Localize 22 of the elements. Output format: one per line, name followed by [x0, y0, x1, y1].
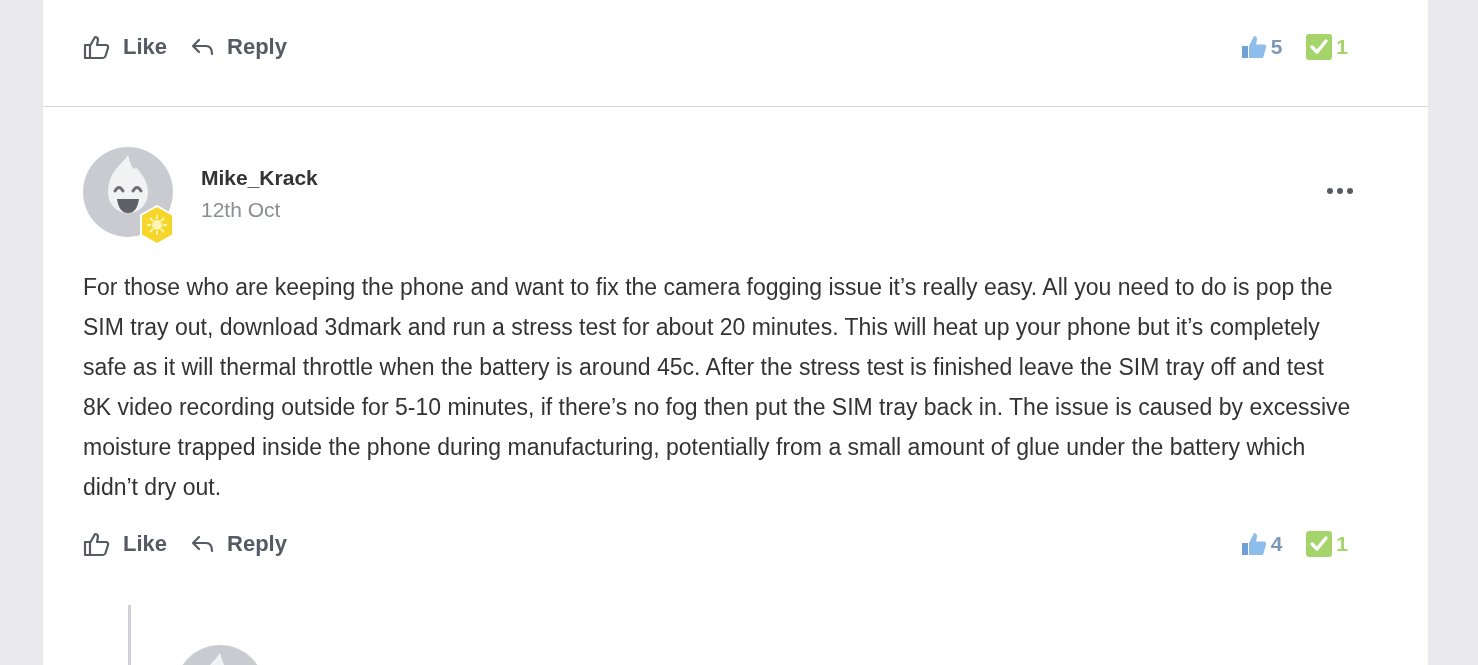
thumbs-up-icon — [1240, 530, 1267, 557]
reply-arrow-icon — [191, 533, 216, 554]
solutions-count: 1 — [1336, 530, 1348, 557]
kudos-count: 4 — [1270, 530, 1283, 557]
rank-badge-icon — [139, 205, 175, 245]
reply-button[interactable]: Reply — [191, 30, 287, 63]
solutions-count: 1 — [1336, 33, 1348, 60]
thumbs-up-icon — [83, 33, 111, 60]
post-date: 12th Oct — [201, 197, 282, 223]
author-name[interactable]: Mike_Krack — [201, 163, 318, 193]
thumbs-up-icon — [1240, 33, 1267, 60]
thread-line — [128, 605, 131, 665]
check-icon — [1306, 33, 1333, 60]
post-body: For those who are keeping the phone and want to fix the camera fogging issue it’s really easy. All you need to do is pop the SIM tray out, download 3dmark and run a stress test for about 20 minutes. This will heat up your phone but it’s completely safe as it will thermal throttle when the battery is around 45c. After the stress test is finished leave the SIM tray off and test 8K video recording outside for 5-10 minutes, if there’s no fog then put the SIM tray back in. The issue is caused by excessive moisture trapped inside the phone during manufacturing, potentially from a small amount of glue under the battery which didn’t dry out. — [83, 273, 1352, 502]
reply-arrow-icon — [191, 36, 216, 57]
check-icon — [1306, 530, 1333, 557]
more-icon — [1326, 187, 1354, 195]
thumbs-up-icon — [83, 530, 111, 557]
reply-button[interactable]: Reply — [191, 527, 287, 560]
like-button[interactable]: Like — [83, 30, 168, 63]
kudos-count: 5 — [1270, 33, 1283, 60]
like-button[interactable]: Like — [83, 527, 168, 560]
